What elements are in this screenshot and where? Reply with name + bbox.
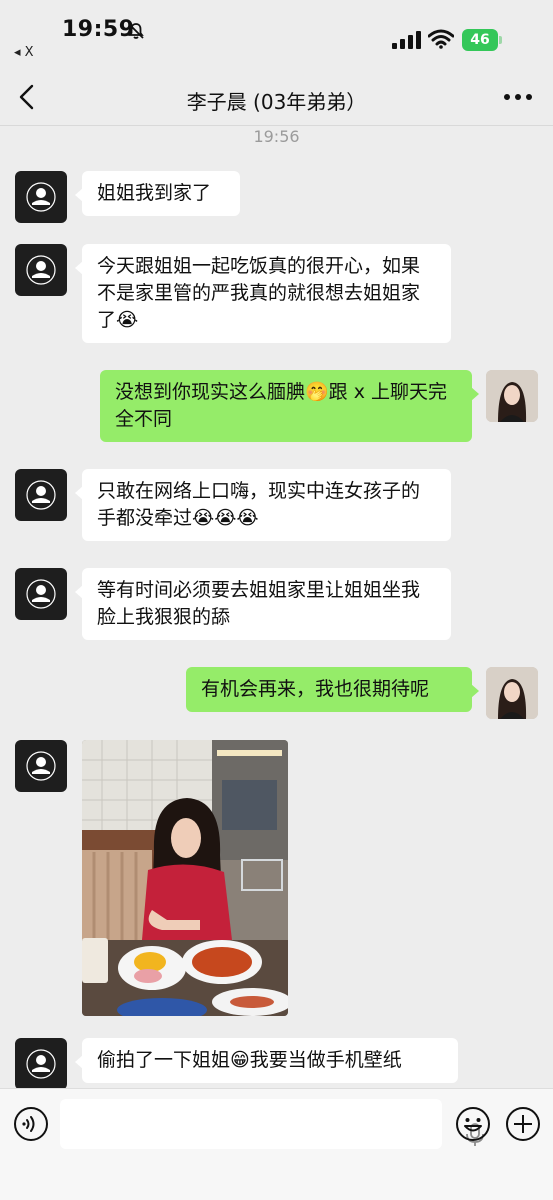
message-bubble[interactable]: 姐姐我到家了 xyxy=(75,171,240,216)
message-bubble[interactable]: 只敢在网络上口嗨，现实中连女孩子的手都没牵过😭😭😭 xyxy=(75,469,451,541)
battery-level: 46 xyxy=(462,29,498,51)
plus-icon[interactable] xyxy=(505,1106,541,1142)
battery-indicator: 46 xyxy=(462,29,502,51)
chat-header: 李子晨 (03年弟弟） xyxy=(0,68,553,126)
contact-avatar[interactable] xyxy=(15,469,67,521)
voice-input-icon[interactable] xyxy=(13,1106,49,1142)
message-bubble-outgoing[interactable]: 没想到你现实这么腼腆🤭跟 x 上聊天完全不同 xyxy=(100,370,479,442)
more-dots-icon[interactable] xyxy=(503,90,533,104)
status-time: 19:59 xyxy=(62,17,135,42)
user-avatar[interactable] xyxy=(486,667,538,719)
cellular-signal-icon xyxy=(392,31,421,49)
contact-avatar[interactable] xyxy=(15,1038,67,1090)
user-avatar[interactable] xyxy=(486,370,538,422)
message-timestamp: 19:56 xyxy=(253,127,300,146)
contact-avatar[interactable] xyxy=(15,171,67,223)
input-bar xyxy=(0,1088,553,1200)
status-bar: 19:59 ◂ X 46 xyxy=(0,0,553,68)
contact-avatar[interactable] xyxy=(15,244,67,296)
message-bubble[interactable]: 等有时间必须要去姐姐家里让姐姐坐我脸上我狠狠的舔 xyxy=(75,568,451,640)
message-input[interactable] xyxy=(60,1099,484,1149)
emoji-icon[interactable] xyxy=(455,1106,491,1142)
bell-slash-icon xyxy=(128,23,144,39)
message-bubble[interactable]: 今天跟姐姐一起吃饭真的很开心，如果不是家里管的严我真的就很想去姐姐家了😭 xyxy=(75,244,451,343)
back-to-app-label[interactable]: ◂ X xyxy=(14,45,34,60)
message-bubble-outgoing[interactable]: 有机会再来，我也很期待呢 xyxy=(186,667,479,712)
chat-title: 李子晨 (03年弟弟） xyxy=(186,90,367,114)
image-message[interactable] xyxy=(82,740,288,1016)
contact-avatar[interactable] xyxy=(15,568,67,620)
contact-avatar[interactable] xyxy=(15,740,67,792)
wifi-icon xyxy=(428,29,454,49)
message-bubble[interactable]: 偷拍了一下姐姐😁我要当做手机壁纸 xyxy=(75,1038,458,1083)
